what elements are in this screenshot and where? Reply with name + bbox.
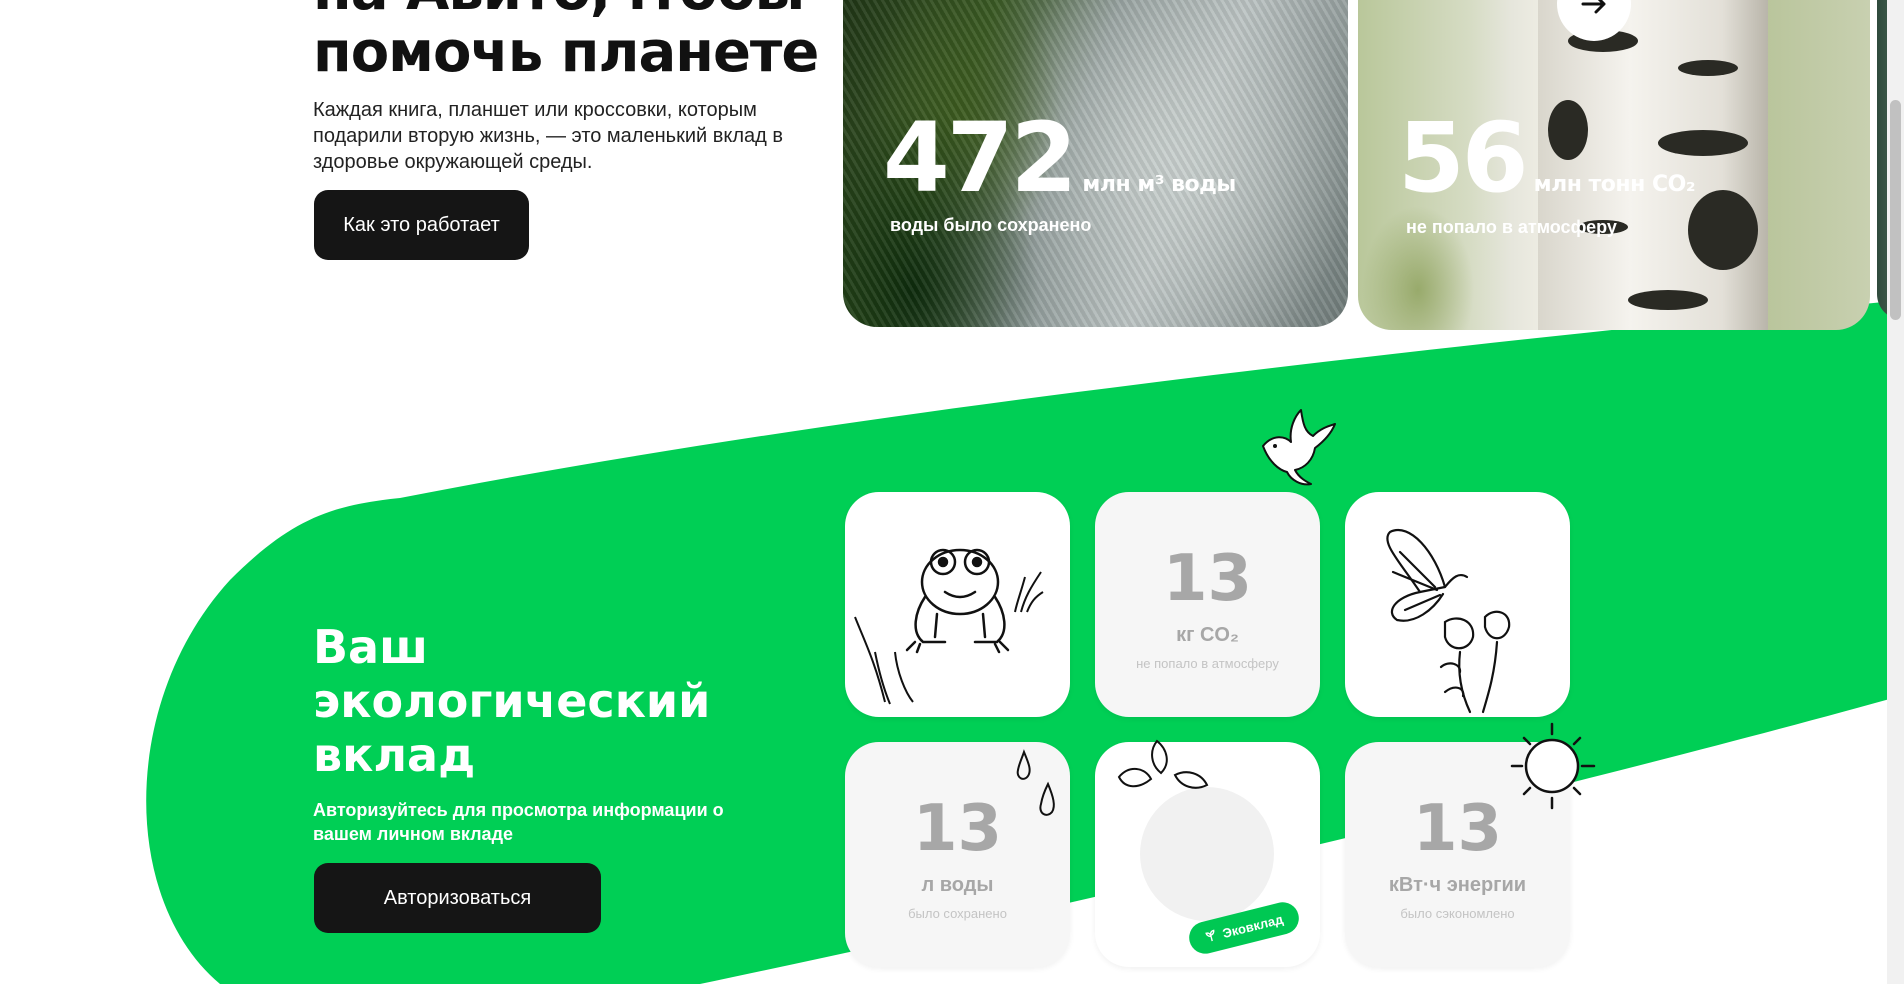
login-button[interactable]: Авторизоваться	[314, 863, 601, 933]
eco-description: Авторизуйтесь для просмотра информации о…	[313, 800, 724, 844]
energy-tile-unit: кВт·ч энергии	[1388, 874, 1527, 896]
how-it-works-button[interactable]: Как это работает	[314, 190, 529, 260]
scrollbar-thumb[interactable]	[1890, 100, 1901, 320]
butterfly-illustration-tile	[1345, 492, 1570, 717]
sun-icon	[1510, 722, 1596, 810]
water-stat-number: 472	[883, 102, 1077, 214]
frog-illustration-tile	[845, 492, 1070, 717]
raindrop-icon	[1016, 749, 1055, 816]
eco-badge-label: Эковклад	[1220, 911, 1285, 941]
hero-description: Каждая книга, планшет или кроссовки, кот…	[313, 99, 783, 173]
dove-icon	[1262, 409, 1336, 486]
co2-contribution-tile: 13 кг CO₂ не попало в атмосферу	[1095, 492, 1320, 717]
water-stat-label: воды было сохранено	[890, 215, 1092, 235]
avatar-placeholder	[1140, 787, 1274, 921]
hero-title: на Авито,чтобы помочь планете	[313, 0, 873, 84]
co2-stat-value-row: 56 млн тонн CO₂	[1398, 108, 1695, 208]
co2-tile-value: 13	[1162, 542, 1253, 616]
co2-stat-label: не попало в атмосферу	[1406, 217, 1617, 237]
energy-tile-caption: было сэкономлено	[1400, 906, 1515, 921]
arrow-right-icon	[1581, 0, 1606, 14]
eco-title: Ваш экологический вклад	[313, 620, 711, 782]
grass-icon	[854, 571, 1044, 705]
leaves-icon	[1117, 739, 1209, 789]
co2-tile-caption: не попало в атмосферу	[1136, 656, 1279, 671]
co2-tile-unit: кг CO₂	[1176, 624, 1239, 646]
sprout-icon	[1205, 929, 1215, 942]
water-tile-caption: было сохранено	[908, 906, 1007, 921]
co2-stat-unit: млн тонн CO₂	[1533, 172, 1696, 197]
water-stat-unit: млн м³ воды	[1082, 172, 1236, 197]
frog-icon	[854, 548, 1044, 705]
water-tile-unit: л воды	[921, 874, 994, 896]
hero-title-line2: помочь планете	[313, 20, 819, 85]
water-stat-value-row: 472 млн м³ воды	[883, 108, 1236, 208]
flowers-icon	[1439, 610, 1511, 714]
butterfly-icon	[1386, 529, 1511, 714]
hero-title-line1: на Авито,чтобы	[313, 0, 873, 22]
co2-stat-number: 56	[1398, 102, 1529, 214]
